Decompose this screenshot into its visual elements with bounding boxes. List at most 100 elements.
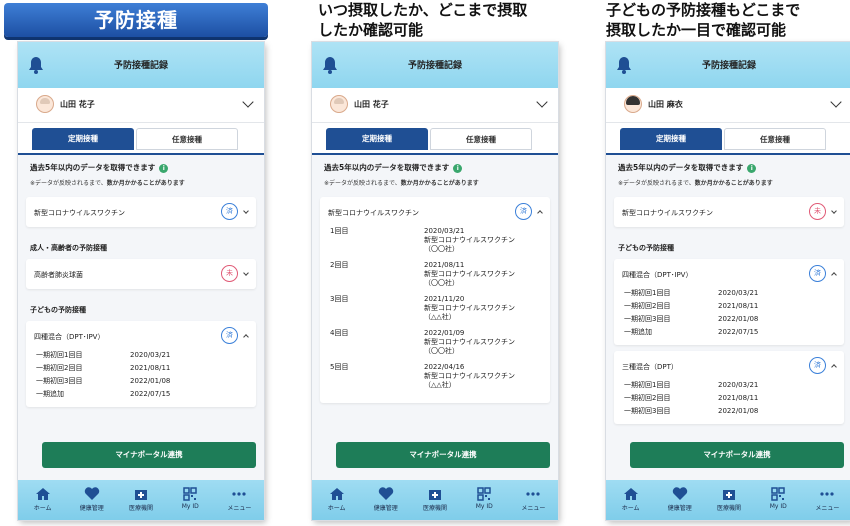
heart-icon (84, 487, 99, 500)
nav-menu[interactable]: メニュー (509, 480, 558, 520)
notice-title: 過去5年以内のデータを取得できます (618, 163, 744, 172)
user-selector[interactable]: 山田 花子 (312, 88, 558, 123)
notice-sub-bold: 数か月かかることがあります (694, 180, 773, 187)
info-icon[interactable]: i (453, 163, 463, 173)
chevron-up-icon[interactable] (537, 210, 543, 216)
dose-date: 2021/08/11 (718, 394, 759, 402)
dose-maker: （△△社） (424, 381, 456, 389)
chevron-down-icon[interactable] (243, 208, 249, 214)
dose-label: 一期初回3回目 (624, 407, 671, 415)
tab-routine[interactable]: 定期接種 (326, 128, 428, 150)
user-selector[interactable]: 山田 花子 (18, 88, 264, 123)
chevron-up-icon[interactable] (831, 272, 837, 278)
user-selector[interactable]: 山田 麻衣 (606, 88, 850, 123)
notice-sub: ※データが反映されるまで、 (30, 180, 107, 187)
phone-screen-2: 予防接種記録 山田 花子 定期接種 任意接種 過去5年以内のデータを取得できます… (312, 42, 558, 520)
nav-myid[interactable]: My ID (754, 480, 803, 520)
nav-label: メニュー (521, 505, 546, 512)
chevron-up-icon[interactable] (831, 364, 837, 370)
nav-home[interactable]: ホーム (312, 480, 361, 520)
phone-screen-1: 予防接種記録 山田 花子 定期接種 任意接種 過去5年以内のデータを取得できます… (18, 42, 264, 520)
dose-label: 一期初回1回目 (624, 381, 671, 389)
section-title-child: 子どもの予防接種 (30, 306, 86, 314)
vaccine-card-pneumococcal[interactable]: 高齢者肺炎球菌 未 (26, 259, 256, 289)
chevron-down-icon[interactable] (831, 208, 837, 214)
nav-label: ホーム (33, 505, 52, 512)
notice: 過去5年以内のデータを取得できます i ※データが反映されるまで、数か月かかること… (18, 154, 264, 191)
nav-myid[interactable]: My ID (166, 480, 215, 520)
content-scroll[interactable]: 過去5年以内のデータを取得できます i ※データが反映されるまで、数か月かかること… (312, 154, 558, 480)
nav-health[interactable]: 健康管理 (67, 480, 116, 520)
nav-menu[interactable]: メニュー (215, 480, 264, 520)
dose-maker: （〇〇社） (424, 245, 459, 253)
dose-row: 1回目 2020/03/21 新型コロナウイルスワクチン （〇〇社） (320, 227, 550, 261)
caption-right: 子どもの予防接種もどこまで 摂取したか一目で確認可能 (606, 0, 800, 40)
vaccine-card-covid[interactable]: 新型コロナウイルスワクチン 済 (26, 197, 256, 227)
dose-date: 2020/03/21 (718, 289, 759, 297)
dose-maker: （〇〇社） (424, 347, 459, 355)
dose-date: 2022/04/16 (424, 363, 465, 371)
qr-icon (477, 487, 491, 501)
content-scroll[interactable]: 過去5年以内のデータを取得できます i ※データが反映されるまで、数か月かかること… (606, 154, 850, 480)
status-badge: 済 (221, 327, 238, 344)
nav-label: ホーム (327, 505, 346, 512)
nav-home[interactable]: ホーム (606, 480, 655, 520)
dose-date: 2022/07/15 (130, 390, 171, 398)
nav-myid[interactable]: My ID (460, 480, 509, 520)
nav-clinic[interactable]: 医療機関 (116, 480, 165, 520)
notice-sub-bold: 数か月かかることがあります (106, 180, 185, 187)
dose-date: 2022/01/08 (130, 377, 171, 385)
myna-portal-link-button[interactable]: マイナポータル連携 (42, 442, 256, 468)
tab-routine[interactable]: 定期接種 (620, 128, 722, 150)
info-icon[interactable]: i (747, 163, 757, 173)
qr-icon (771, 487, 785, 501)
nav-label: メニュー (227, 505, 252, 512)
dose-row: 3回目 2021/11/20 新型コロナウイルスワクチン （△△社） (320, 295, 550, 329)
chevron-up-icon[interactable] (243, 334, 249, 340)
avatar (624, 95, 642, 113)
vaccine-card-dpt[interactable]: 三種混合（DPT） 済 一期初回1回目 2020/03/21 一期初回2回目 202… (614, 351, 844, 424)
myna-portal-link-button[interactable]: マイナポータル連携 (336, 442, 550, 468)
tab-routine[interactable]: 定期接種 (32, 128, 134, 150)
section-title-child: 子どもの予防接種 (618, 244, 674, 252)
vaccine-card-dpt-ipv[interactable]: 四種混合（DPT･IPV） 済 一期初回1回目 2020/03/21 一期初回2回… (614, 259, 844, 345)
user-name: 山田 麻衣 (648, 100, 683, 109)
nav-label: My ID (181, 503, 199, 510)
dose-label: 5回目 (330, 363, 349, 371)
nav-health[interactable]: 健康管理 (361, 480, 410, 520)
nav-home[interactable]: ホーム (18, 480, 67, 520)
chevron-down-icon[interactable] (536, 96, 548, 108)
dose-label: 1回目 (330, 227, 349, 235)
content-scroll[interactable]: 過去5年以内のデータを取得できます i ※データが反映されるまで、数か月かかること… (18, 154, 264, 480)
notice: 過去5年以内のデータを取得できます i ※データが反映されるまで、数か月かかること… (606, 154, 850, 191)
nav-menu[interactable]: メニュー (803, 480, 850, 520)
tab-bar: 定期接種 任意接種 (18, 123, 264, 155)
caption-right-line2: 摂取したか一目で確認可能 (606, 21, 787, 39)
vaccine-card-covid[interactable]: 新型コロナウイルスワクチン 未 (614, 197, 844, 227)
nav-clinic[interactable]: 医療機関 (410, 480, 459, 520)
vaccine-card-covid-expanded[interactable]: 新型コロナウイルスワクチン 済 1回目 2020/03/21 新型コロナウイルスワク… (320, 197, 550, 403)
home-icon (623, 488, 638, 500)
chevron-down-icon[interactable] (242, 96, 254, 108)
tab-optional[interactable]: 任意接種 (430, 128, 532, 150)
nav-label: 健康管理 (373, 505, 398, 512)
dose-label: 一期追加 (624, 328, 652, 336)
dose-row: 一期初回2回目 2021/08/11 (614, 302, 844, 315)
chevron-down-icon[interactable] (830, 96, 842, 108)
tab-optional[interactable]: 任意接種 (724, 128, 826, 150)
vaccine-card-dpt-ipv[interactable]: 四種混合（DPT･IPV） 済 一期初回1回目 2020/03/21 一期初回2回… (26, 321, 256, 407)
dose-row: 一期初回3回目 2022/01/08 (26, 377, 256, 390)
nav-health[interactable]: 健康管理 (655, 480, 704, 520)
vaccine-name: 三種混合（DPT） (622, 363, 678, 371)
nav-clinic[interactable]: 医療機関 (704, 480, 753, 520)
notice: 過去5年以内のデータを取得できます i ※データが反映されるまで、数か月かかること… (312, 154, 558, 191)
myna-portal-link-button[interactable]: マイナポータル連携 (630, 442, 844, 468)
info-icon[interactable]: i (159, 163, 169, 173)
chevron-down-icon[interactable] (243, 270, 249, 276)
tab-optional[interactable]: 任意接種 (136, 128, 238, 150)
dose-date: 2020/03/21 (130, 351, 171, 359)
dose-date: 2022/01/09 (424, 329, 465, 337)
bottom-nav: ホーム 健康管理 医療機関 My ID メニュー (606, 480, 850, 520)
tab-bar: 定期接種 任意接種 (606, 123, 850, 155)
status-badge: 済 (515, 203, 532, 220)
